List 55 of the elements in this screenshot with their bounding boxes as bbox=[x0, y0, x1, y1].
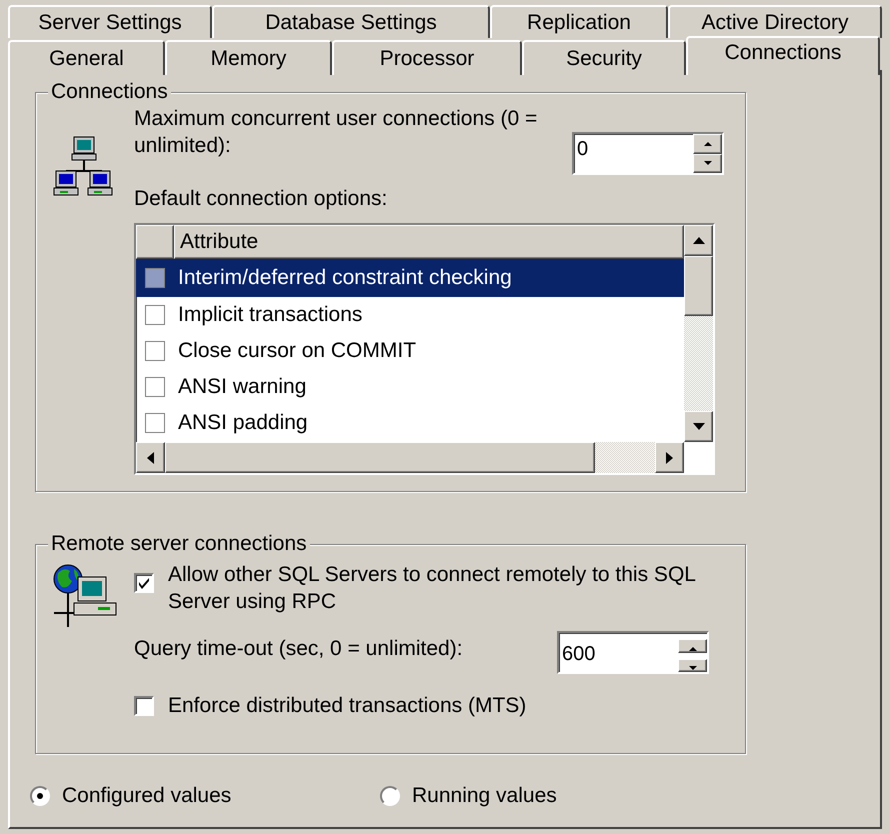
down-arrow-icon bbox=[704, 161, 712, 166]
radio-label: Running values bbox=[412, 784, 557, 808]
scroll-thumb[interactable] bbox=[165, 442, 595, 473]
option-row[interactable]: Implicit transactions bbox=[136, 297, 684, 333]
scroll-left-button[interactable] bbox=[136, 442, 165, 473]
scroll-down-button[interactable] bbox=[684, 411, 713, 442]
tab[interactable]: Database Settings bbox=[212, 5, 490, 38]
field-label: Query time-out (sec, 0 = unlimited): bbox=[134, 637, 463, 661]
spin-down-button[interactable] bbox=[693, 154, 722, 173]
option-row[interactable]: Close cursor on COMMIT bbox=[136, 333, 684, 369]
scroll-right-button[interactable] bbox=[655, 442, 684, 473]
spin-up-button[interactable] bbox=[678, 639, 707, 652]
down-arrow-icon bbox=[692, 423, 704, 430]
tab[interactable]: Processor bbox=[332, 40, 522, 75]
number-field[interactable]: 0 bbox=[572, 132, 724, 175]
checkbox[interactable] bbox=[145, 341, 165, 361]
up-arrow-icon bbox=[704, 142, 712, 146]
checkbox[interactable] bbox=[134, 573, 154, 593]
radio-button[interactable] bbox=[30, 786, 50, 806]
number-field[interactable]: 600 bbox=[557, 631, 709, 674]
spin-up-button[interactable] bbox=[693, 134, 722, 154]
option-row[interactable]: ANSI warning bbox=[136, 369, 684, 405]
column-header[interactable] bbox=[136, 225, 174, 259]
tab[interactable]: General bbox=[8, 40, 165, 75]
tab[interactable]: Memory bbox=[165, 40, 332, 75]
vertical-scrollbar[interactable] bbox=[684, 225, 713, 442]
left-arrow-icon bbox=[147, 452, 154, 464]
radio-label: Configured values bbox=[62, 784, 232, 808]
field-label: Maximum concurrent user connections (0 = unlimited): bbox=[134, 106, 538, 159]
option-row[interactable]: Interim/deferred constraint checking bbox=[136, 259, 684, 297]
field-label: Default connection options: bbox=[134, 187, 388, 211]
tab[interactable]: Connections bbox=[686, 36, 880, 75]
option-row[interactable]: ANSI padding bbox=[136, 405, 684, 441]
checkbox[interactable] bbox=[145, 305, 165, 325]
tab[interactable]: Security bbox=[522, 40, 686, 75]
checkbox[interactable] bbox=[145, 268, 165, 288]
spin-down-button[interactable] bbox=[678, 658, 707, 672]
checkbox[interactable] bbox=[134, 696, 154, 716]
radio-button[interactable] bbox=[380, 786, 400, 806]
tab[interactable]: Replication bbox=[490, 5, 668, 38]
right-arrow-icon bbox=[666, 452, 673, 464]
scroll-up-button[interactable] bbox=[684, 225, 713, 256]
checkbox[interactable] bbox=[145, 377, 165, 397]
horizontal-scrollbar[interactable] bbox=[136, 442, 684, 473]
tab[interactable]: Server Settings bbox=[8, 5, 212, 38]
checkbox[interactable] bbox=[145, 413, 165, 433]
up-arrow-icon bbox=[692, 237, 704, 244]
checkbox-label: Allow other SQL Servers to connect remotely to this SQL Server using RPC bbox=[168, 562, 696, 615]
tab[interactable]: Active Directory bbox=[668, 5, 882, 38]
checkmark-icon bbox=[137, 576, 151, 590]
up-arrow-icon bbox=[688, 646, 696, 651]
column-header[interactable]: Attribute bbox=[174, 225, 684, 259]
down-arrow-icon bbox=[688, 666, 696, 670]
scroll-thumb[interactable] bbox=[684, 256, 713, 316]
checkbox-label: Enforce distributed transactions (MTS) bbox=[168, 694, 526, 718]
